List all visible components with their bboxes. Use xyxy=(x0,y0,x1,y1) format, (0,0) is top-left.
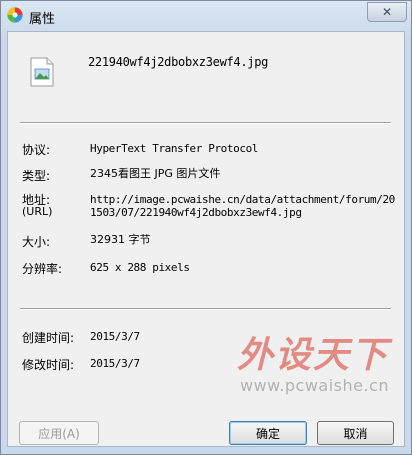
resolution-value: 625 x 288 pixels xyxy=(90,261,190,274)
image-file-icon xyxy=(30,57,54,87)
protocol-label: 协议: xyxy=(22,143,51,157)
ok-button[interactable]: 确定 xyxy=(229,421,307,445)
type-label: 类型: xyxy=(22,169,51,183)
protocol-value: HyperText Transfer Protocol xyxy=(90,142,259,155)
apply-button[interactable]: 应用(A) xyxy=(19,421,99,445)
properties-panel: 221940wf4j2dbobxz3ewf4.jpg 协议: HyperText… xyxy=(7,31,405,447)
properties-window: 属性 ✕ 221940wf4j2dbobxz3ewf4.jpg 协议: Hype… xyxy=(0,0,412,455)
file-name[interactable]: 221940wf4j2dbobxz3ewf4.jpg xyxy=(88,55,268,69)
app-icon xyxy=(7,7,23,23)
title-bar[interactable]: 属性 ✕ xyxy=(1,1,411,31)
window-title: 属性 xyxy=(29,12,56,27)
address-value-line1[interactable]: http://image.pcwaishe.cn/data/attachment… xyxy=(90,193,395,206)
created-value: 2015/3/7 xyxy=(90,330,140,343)
close-button[interactable]: ✕ xyxy=(367,2,407,22)
modified-value: 2015/3/7 xyxy=(90,357,140,370)
address-url-label: (URL) xyxy=(22,205,53,218)
modified-label: 修改时间: xyxy=(22,358,75,372)
type-value: 2345看图王 JPG 图片文件 xyxy=(90,167,221,180)
size-label: 大小: xyxy=(22,235,51,249)
cancel-button[interactable]: 取消 xyxy=(317,421,394,445)
resolution-label: 分辨率: xyxy=(22,262,63,276)
divider xyxy=(20,308,391,310)
address-value-line2[interactable]: 1503/07/221940wf4j2dbobxz3ewf4.jpg xyxy=(90,206,302,219)
close-icon: ✕ xyxy=(381,5,393,19)
divider xyxy=(20,122,391,124)
size-value: 32931 字节 xyxy=(90,233,151,246)
created-label: 创建时间: xyxy=(22,331,75,345)
